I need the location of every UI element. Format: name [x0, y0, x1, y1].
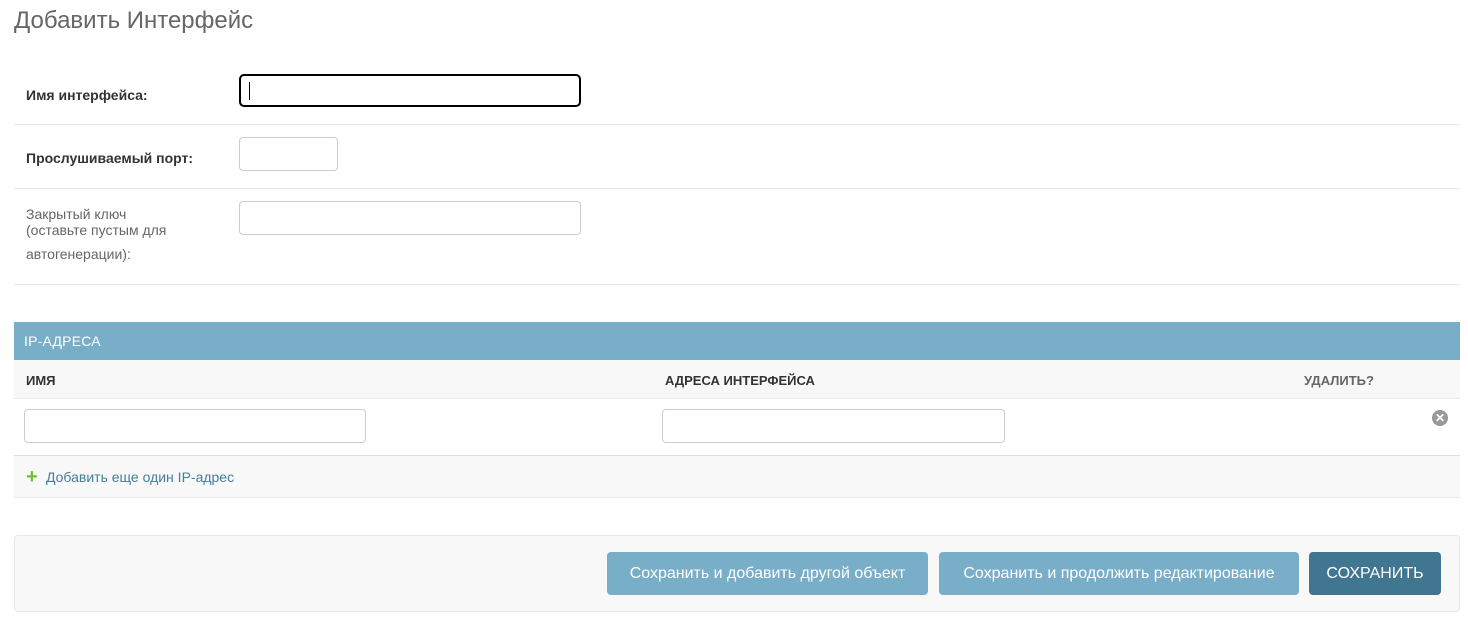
add-row-bar: + Добавить еще один IP-адрес [14, 456, 1460, 498]
private-key-label: Закрытый ключ (оставьте пустым для автог… [26, 206, 216, 262]
inline-section-header: IP-АДРЕСА [14, 322, 1460, 360]
page-title: Добавить Интерфейс [14, 7, 254, 34]
ip-name-input[interactable] [24, 409, 366, 443]
submit-row: Сохранить и добавить другой объект Сохра… [14, 535, 1460, 612]
save-continue-button[interactable]: Сохранить и продолжить редактирование [939, 552, 1299, 595]
private-key-label-line2: (оставьте пустым для [26, 222, 167, 238]
ip-address-input[interactable] [662, 409, 1005, 443]
private-key-label-line1: Закрытый ключ [26, 206, 127, 222]
private-key-label-line3: автогенерации): [26, 246, 131, 262]
interface-name-input[interactable] [239, 74, 581, 107]
column-header-name: Имя [26, 373, 56, 388]
text-caret [249, 82, 250, 100]
plus-icon: + [26, 466, 38, 488]
form-row-private-key: Закрытый ключ (оставьте пустым для автог… [14, 189, 1460, 285]
form-row-interface-name: Имя интерфейса: [14, 60, 1460, 125]
save-add-another-button[interactable]: Сохранить и добавить другой объект [607, 552, 928, 595]
inline-table-row: ✕ [14, 399, 1460, 456]
add-ip-address-link[interactable]: Добавить еще один IP-адрес [46, 469, 234, 485]
interface-name-label: Имя интерфейса: [26, 87, 148, 103]
delete-row-icon[interactable]: ✕ [1432, 410, 1448, 426]
listen-port-label: Прослушиваемый порт: [26, 150, 194, 166]
private-key-input[interactable] [239, 201, 581, 235]
form-row-listen-port: Прослушиваемый порт: [14, 125, 1460, 189]
listen-port-input[interactable] [239, 137, 338, 171]
column-header-delete: Удалить? [1304, 373, 1374, 388]
inline-table-header: Имя Адреса интерфейса Удалить? [14, 360, 1460, 399]
column-header-address: Адреса интерфейса [665, 373, 815, 388]
save-button[interactable]: Сохранить [1309, 552, 1441, 595]
